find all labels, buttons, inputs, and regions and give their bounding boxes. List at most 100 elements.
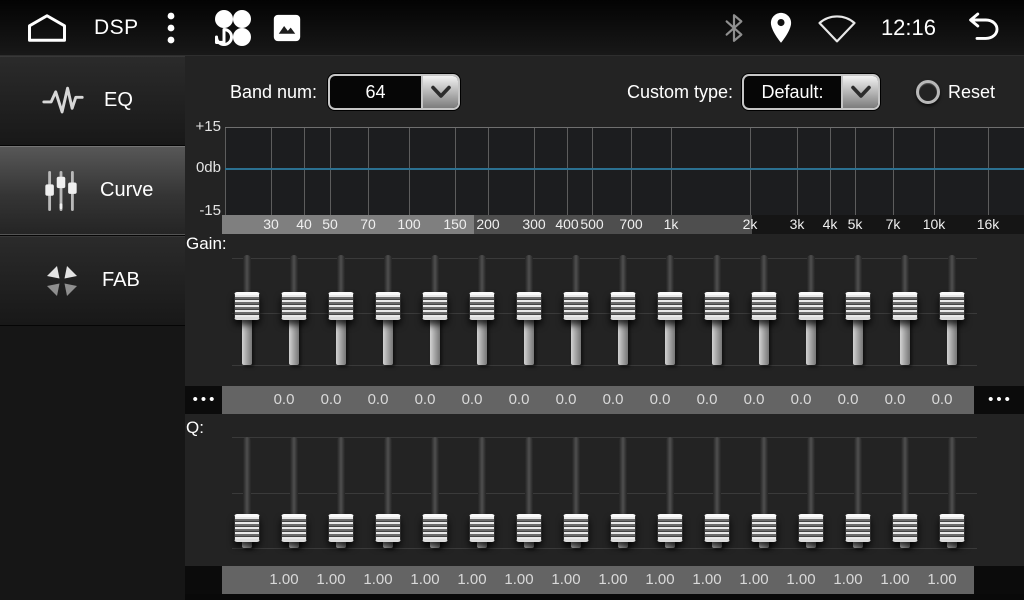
custom-type-value: Default: [744, 76, 841, 108]
gain-value: 0.0 [590, 386, 636, 414]
slider-gridline [232, 365, 977, 366]
gain-slider-thumb[interactable] [375, 292, 401, 320]
curve-faders-icon [42, 169, 80, 213]
gain-slider-thumb[interactable] [234, 292, 260, 320]
freq-tick-label: 50 [310, 215, 350, 234]
chevron-down-icon[interactable] [421, 76, 458, 108]
q-slider-thumb[interactable] [657, 514, 683, 542]
q-value: 1.00 [684, 566, 730, 594]
q-slider-thumb[interactable] [892, 514, 918, 542]
gain-slider-thumb[interactable] [610, 292, 636, 320]
plot-gridline [330, 128, 331, 216]
plot-gridline [271, 128, 272, 216]
gain-slider-thumb[interactable] [657, 292, 683, 320]
clock: 12:16 [881, 15, 936, 41]
plot-gridline [225, 128, 226, 216]
gain-value: 0.0 [261, 386, 307, 414]
band-num-dropdown[interactable]: 64 [328, 74, 460, 110]
scroll-left-icon: ••• [190, 386, 218, 414]
eq-waveform-icon [42, 84, 84, 118]
frequency-axis: 304050701001502003004005007001k2k3k4k5k7… [185, 215, 1024, 234]
q-slider-thumb[interactable] [798, 514, 824, 542]
q-slider-thumb[interactable] [281, 514, 307, 542]
gain-slider-thumb[interactable] [281, 292, 307, 320]
sidebar-item-label: Curve [100, 179, 153, 202]
gain-slider-thumb[interactable] [798, 292, 824, 320]
custom-type-dropdown[interactable]: Default: [742, 74, 880, 110]
gain-value: 0.0 [872, 386, 918, 414]
plot-gridline [631, 128, 632, 216]
gain-value: 0.0 [919, 386, 965, 414]
gain-slider-thumb[interactable] [845, 292, 871, 320]
q-value: 1.00 [731, 566, 777, 594]
q-value: 1.00 [355, 566, 401, 594]
q-value: 1.00 [449, 566, 495, 594]
q-slider-thumb[interactable] [939, 514, 965, 542]
q-slider-thumb[interactable] [516, 514, 542, 542]
plot-gridline [304, 128, 305, 216]
q-slider-thumb[interactable] [422, 514, 448, 542]
gain-value: 0.0 [731, 386, 777, 414]
gain-slider-thumb[interactable] [469, 292, 495, 320]
gain-value: 0.0 [402, 386, 448, 414]
plot-gridline [988, 128, 989, 216]
plot-gridline [368, 128, 369, 216]
reset-radio[interactable] [916, 80, 940, 104]
plot-gridline [671, 128, 672, 216]
gain-value: 0.0 [496, 386, 542, 414]
custom-type-label: Custom type: [627, 74, 733, 110]
q-row-left-cap [185, 566, 222, 594]
gain-slider-thumb[interactable] [939, 292, 965, 320]
back-icon[interactable] [960, 12, 1002, 44]
status-bar: DSP [0, 0, 1024, 56]
gain-slider-thumb[interactable] [751, 292, 777, 320]
q-slider-thumb[interactable] [751, 514, 777, 542]
gain-slider-thumb[interactable] [892, 292, 918, 320]
home-icon[interactable] [26, 13, 68, 43]
q-slider-thumb[interactable] [328, 514, 354, 542]
sidebar-item-label: EQ [104, 89, 133, 112]
gain-slider-thumb[interactable] [516, 292, 542, 320]
chevron-down-icon[interactable] [841, 76, 878, 108]
q-slider-thumb[interactable] [469, 514, 495, 542]
plot-gridline [750, 128, 751, 216]
q-slider-thumb[interactable] [234, 514, 260, 542]
q-value: 1.00 [261, 566, 307, 594]
sidebar-item-curve[interactable]: Curve [0, 146, 185, 236]
gain-slider-thumb[interactable] [328, 292, 354, 320]
band-num-label: Band num: [230, 74, 317, 110]
plot-gridline [534, 128, 535, 216]
overflow-menu-icon[interactable] [165, 11, 177, 45]
q-values-strip: 1.001.001.001.001.001.001.001.001.001.00… [222, 566, 974, 594]
plot-gridline [488, 128, 489, 216]
gain-slider-thumb[interactable] [704, 292, 730, 320]
q-slider-thumb[interactable] [845, 514, 871, 542]
gain-scroll-right-button[interactable]: ••• [974, 386, 1024, 414]
freq-tick-label: 1k [651, 215, 691, 234]
q-slider-thumb[interactable] [610, 514, 636, 542]
gain-values-strip: 0.00.00.00.00.00.00.00.00.00.00.00.00.00… [222, 386, 974, 414]
plot-gridline [567, 128, 568, 216]
gain-value: 0.0 [308, 386, 354, 414]
q-slider-thumb[interactable] [375, 514, 401, 542]
gain-slider-thumb[interactable] [422, 292, 448, 320]
freq-tick-label: 16k [968, 215, 1008, 234]
sidebar-item-label: FAB [102, 269, 140, 292]
band-num-value: 64 [330, 76, 421, 108]
sidebar-item-fab[interactable]: FAB [0, 236, 185, 326]
q-value: 1.00 [308, 566, 354, 594]
freq-tick-label: 700 [611, 215, 651, 234]
apps-clover-icon[interactable] [211, 7, 253, 49]
q-value: 1.00 [919, 566, 965, 594]
fab-balance-icon [42, 261, 82, 301]
freq-tick-label: 200 [468, 215, 508, 234]
q-value: 1.00 [778, 566, 824, 594]
freq-tick-label: 70 [348, 215, 388, 234]
sidebar-item-eq[interactable]: EQ [0, 56, 185, 146]
dsp-curve-screen: DSP [0, 0, 1024, 600]
q-slider-thumb[interactable] [563, 514, 589, 542]
gain-slider-thumb[interactable] [563, 292, 589, 320]
q-slider-thumb[interactable] [704, 514, 730, 542]
gain-scroll-left-button[interactable]: ••• [185, 386, 222, 414]
gallery-icon[interactable] [273, 14, 301, 42]
